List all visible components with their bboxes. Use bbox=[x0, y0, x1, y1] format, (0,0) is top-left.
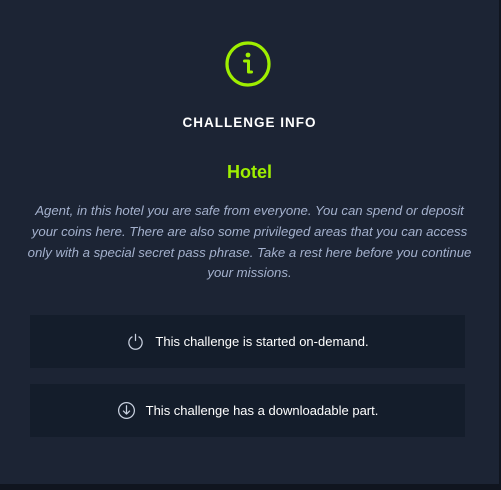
downloadable-feature: This challenge has a downloadable part. bbox=[30, 384, 465, 437]
section-title: CHALLENGE INFO bbox=[182, 115, 317, 130]
challenge-info-panel: CHALLENGE INFO Hotel Agent, in this hote… bbox=[0, 0, 501, 490]
downloadable-label: This challenge has a downloadable part. bbox=[145, 403, 379, 418]
on-demand-feature: This challenge is started on-demand. bbox=[30, 315, 465, 368]
info-icon bbox=[225, 41, 271, 87]
challenge-description: Agent, in this hotel you are safe from e… bbox=[27, 203, 472, 281]
download-icon bbox=[117, 401, 135, 420]
on-demand-label: This challenge is started on-demand. bbox=[155, 334, 369, 349]
power-icon bbox=[128, 333, 144, 350]
challenge-name: Hotel bbox=[227, 162, 272, 182]
